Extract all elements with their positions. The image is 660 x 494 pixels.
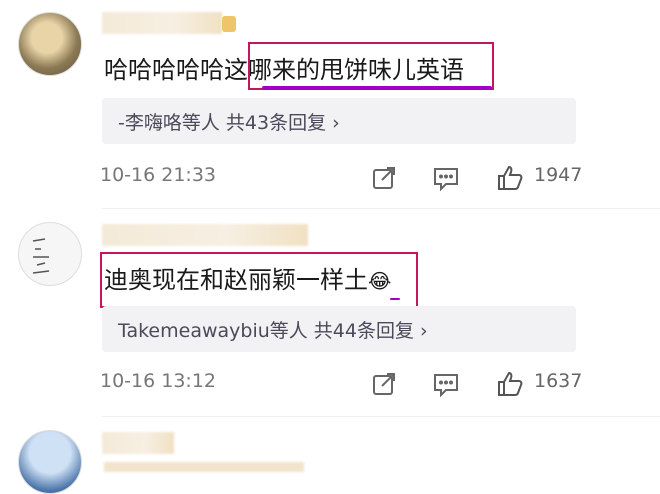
vip-badge-icon xyxy=(222,16,236,32)
username-blurred[interactable] xyxy=(102,432,174,454)
like-icon[interactable] xyxy=(496,370,524,398)
highlight-box xyxy=(100,252,418,308)
like-count: 1947 xyxy=(534,164,583,186)
like-count: 1637 xyxy=(534,370,583,392)
replies-summary-text: -李嗨咯等人 共43条回复 › xyxy=(118,112,340,134)
username-blurred[interactable] xyxy=(102,12,222,34)
replies-summary[interactable]: Takemeawaybiu等人 共44条回复 › xyxy=(102,306,576,352)
comment-icon[interactable] xyxy=(432,370,460,398)
avatar[interactable] xyxy=(18,12,82,76)
comment-text-plain: 哈哈哈哈哈这 xyxy=(104,56,248,84)
highlight-underline xyxy=(390,298,400,300)
replies-summary-text: Takemeawaybiu等人 共44条回复 › xyxy=(118,320,428,342)
timestamp: 10-16 21:33 xyxy=(100,164,217,186)
comment-meta: 10-16 13:12 1637 xyxy=(0,370,660,400)
divider xyxy=(102,416,660,417)
replies-summary[interactable]: -李嗨咯等人 共43条回复 › xyxy=(102,98,576,144)
timestamp: 10-16 13:12 xyxy=(100,370,217,392)
share-icon[interactable] xyxy=(370,164,398,192)
divider xyxy=(102,208,660,209)
highlight-box xyxy=(248,42,494,90)
like-icon[interactable] xyxy=(496,164,524,192)
comment-meta: 10-16 21:33 1947 xyxy=(0,164,660,194)
comment-icon[interactable] xyxy=(432,164,460,192)
avatar[interactable] xyxy=(18,430,82,494)
highlight-underline xyxy=(262,86,492,90)
avatar[interactable] xyxy=(18,222,82,286)
share-icon[interactable] xyxy=(370,370,398,398)
username-blurred[interactable] xyxy=(102,224,308,246)
